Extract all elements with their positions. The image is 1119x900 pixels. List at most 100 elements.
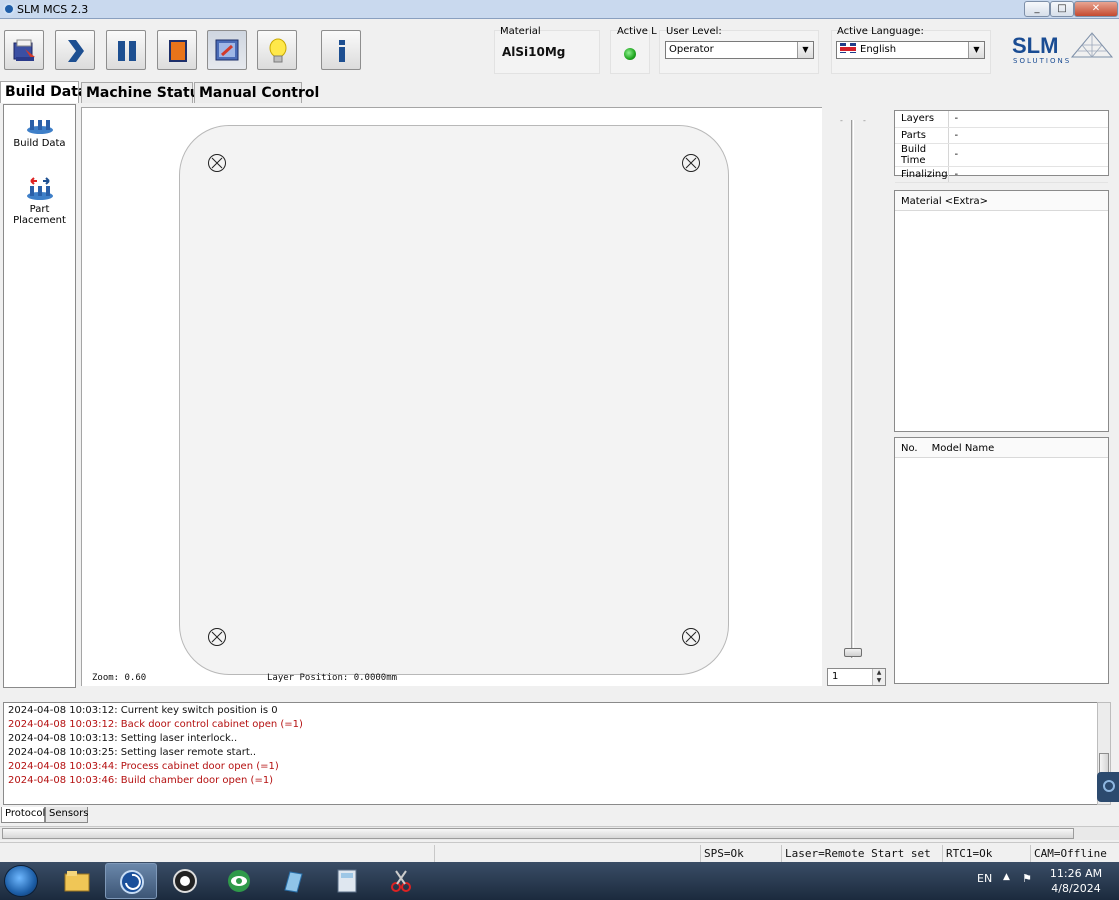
info-value: -: [948, 166, 1108, 183]
taskbar-eye-app[interactable]: [213, 863, 265, 899]
eye-app-icon: [228, 870, 250, 892]
window-title: SLM MCS 2.3: [17, 3, 89, 16]
tab-manual-control[interactable]: Manual Control: [194, 82, 319, 103]
log-line: 2024-04-08 10:03:46: Build chamber door …: [8, 775, 274, 786]
info-row: Layers -: [895, 111, 1108, 128]
side-panel-grip[interactable]: [1097, 772, 1119, 802]
close-button[interactable]: ✕: [1074, 1, 1118, 17]
build-info-panel: Layers - Parts - Build Time - Finalizing -: [894, 110, 1109, 183]
tab-machine-status[interactable]: Machine Status: [81, 82, 208, 103]
active-laser-label: Active L: [617, 26, 657, 37]
clock[interactable]: 11:26 AM 4/8/2024: [1046, 866, 1106, 896]
horizontal-scrollbar[interactable]: [0, 826, 1119, 840]
material-label: Material: [500, 26, 541, 37]
log-line: 2024-04-08 10:03:44: Process cabinet doo…: [8, 761, 279, 772]
slm-mcs-icon: [120, 870, 144, 894]
info-value: -: [948, 111, 1108, 128]
build-plate-canvas[interactable]: Zoom: 0.60 Layer Position: 0.0000mm: [81, 107, 822, 686]
brand-sub: SOLUTIONS: [1013, 57, 1072, 65]
chevron-down-icon[interactable]: ▼: [968, 42, 984, 58]
info-value: -: [948, 127, 1108, 144]
action-center-flag-icon[interactable]: ⚑: [1022, 872, 1032, 885]
lightbulb-icon: [269, 38, 287, 63]
start-button[interactable]: [4, 865, 38, 897]
stop-icon: [169, 40, 187, 62]
log-line: 2024-04-08 10:03:12: Back door control c…: [8, 719, 303, 730]
user-level-value: Operator: [669, 44, 714, 55]
build-plate: [179, 125, 729, 675]
nav-item-build-data[interactable]: Build Data: [4, 117, 75, 149]
col-model-name[interactable]: Model Name: [932, 443, 995, 454]
taskbar-calculator[interactable]: [321, 863, 373, 899]
info-key: Build Time: [895, 143, 949, 167]
language-value: English: [860, 44, 897, 55]
info-button[interactable]: [321, 30, 361, 70]
tab-protocol[interactable]: Protocol: [1, 807, 45, 823]
log-line: 2024-04-08 10:03:12: Current key switch …: [8, 705, 278, 716]
nav-item-part-placement[interactable]: Part Placement: [4, 177, 75, 226]
stop-button[interactable]: [157, 30, 197, 70]
start-button[interactable]: [55, 30, 95, 70]
light-button[interactable]: [257, 30, 297, 70]
language-select[interactable]: English ▼: [836, 41, 985, 59]
chevron-down-icon[interactable]: ▼: [797, 42, 813, 58]
clock-time: 11:26 AM: [1049, 867, 1103, 880]
spin-down-icon[interactable]: ▼: [873, 677, 885, 685]
maximize-button[interactable]: □: [1050, 1, 1074, 17]
tab-sensors[interactable]: Sensors: [45, 807, 89, 823]
nav-item-label: Build Data: [13, 138, 66, 149]
tab-build-data[interactable]: Build Data: [0, 81, 87, 103]
info-row: Build Time -: [895, 143, 1108, 167]
clock-date: 4/8/2024: [1051, 882, 1101, 895]
taskbar-camera[interactable]: [159, 863, 211, 899]
info-key: Parts: [895, 127, 949, 144]
status-cam: CAM=Offline: [1030, 845, 1119, 862]
minimize-button[interactable]: _: [1024, 1, 1050, 17]
layer-spinner[interactable]: 1 ▲ ▼: [827, 668, 886, 686]
snipping-tool-icon: [391, 870, 411, 892]
taskbar: EN ▲ ⚑ 11:26 AM 4/8/2024: [0, 862, 1119, 900]
brand-name: SLM: [1012, 33, 1059, 58]
pause-button[interactable]: [106, 30, 146, 70]
build-data-icon: [26, 120, 53, 134]
taskbar-notes-app[interactable]: [267, 863, 319, 899]
info-icon: [339, 40, 345, 62]
user-level-select[interactable]: Operator ▼: [665, 41, 814, 59]
log-line: 2024-04-08 10:03:25: Setting laser remot…: [8, 747, 257, 758]
info-key: Layers: [895, 111, 949, 128]
explorer-icon: [64, 871, 90, 892]
grip-icon: [1103, 780, 1115, 792]
laser-status-led: [624, 48, 636, 60]
slider-tick: -: [840, 116, 843, 125]
language-indicator[interactable]: EN: [977, 872, 992, 885]
open-build-button[interactable]: [4, 30, 44, 70]
bolt-icon: [208, 154, 226, 172]
calculator-icon: [337, 869, 357, 893]
status-rtc: RTC1=Ok: [942, 845, 1030, 862]
col-no[interactable]: No.: [901, 443, 918, 454]
title-bar: SLM MCS 2.3 _ □ ✕: [0, 0, 1119, 19]
taskbar-explorer[interactable]: [51, 863, 103, 899]
spin-up-icon[interactable]: ▲: [873, 669, 885, 677]
slm-logo: SLM SOLUTIONS: [1012, 32, 1114, 65]
material-extra-panel: Material <Extra>: [894, 190, 1109, 432]
tray-chevron-up-icon[interactable]: ▲: [1003, 872, 1010, 882]
screen-button[interactable]: [207, 30, 247, 70]
layer-slider-thumb[interactable]: [844, 648, 862, 657]
nav-item-label: Part Placement: [13, 204, 66, 226]
layer-slider-track[interactable]: [851, 120, 854, 658]
part-placement-icon: [26, 177, 53, 200]
taskbar-snipping-tool[interactable]: [375, 863, 427, 899]
log-line: 2024-04-08 10:03:13: Setting laser inter…: [8, 733, 238, 744]
info-row: Parts -: [895, 127, 1108, 144]
info-key: Finalizing: [895, 166, 949, 183]
left-nav: Build Data Part Placement: [3, 104, 76, 688]
mesh-logo-icon: [1070, 32, 1114, 58]
language-label: Active Language:: [837, 26, 924, 37]
layer-spinner-value: 1: [832, 671, 839, 682]
model-list-panel: No. Model Name: [894, 437, 1109, 684]
hscroll-thumb[interactable]: [2, 828, 1074, 839]
status-empty: [434, 845, 700, 862]
taskbar-slm-mcs[interactable]: [105, 863, 157, 899]
status-sps: SPS=Ok: [700, 845, 781, 862]
